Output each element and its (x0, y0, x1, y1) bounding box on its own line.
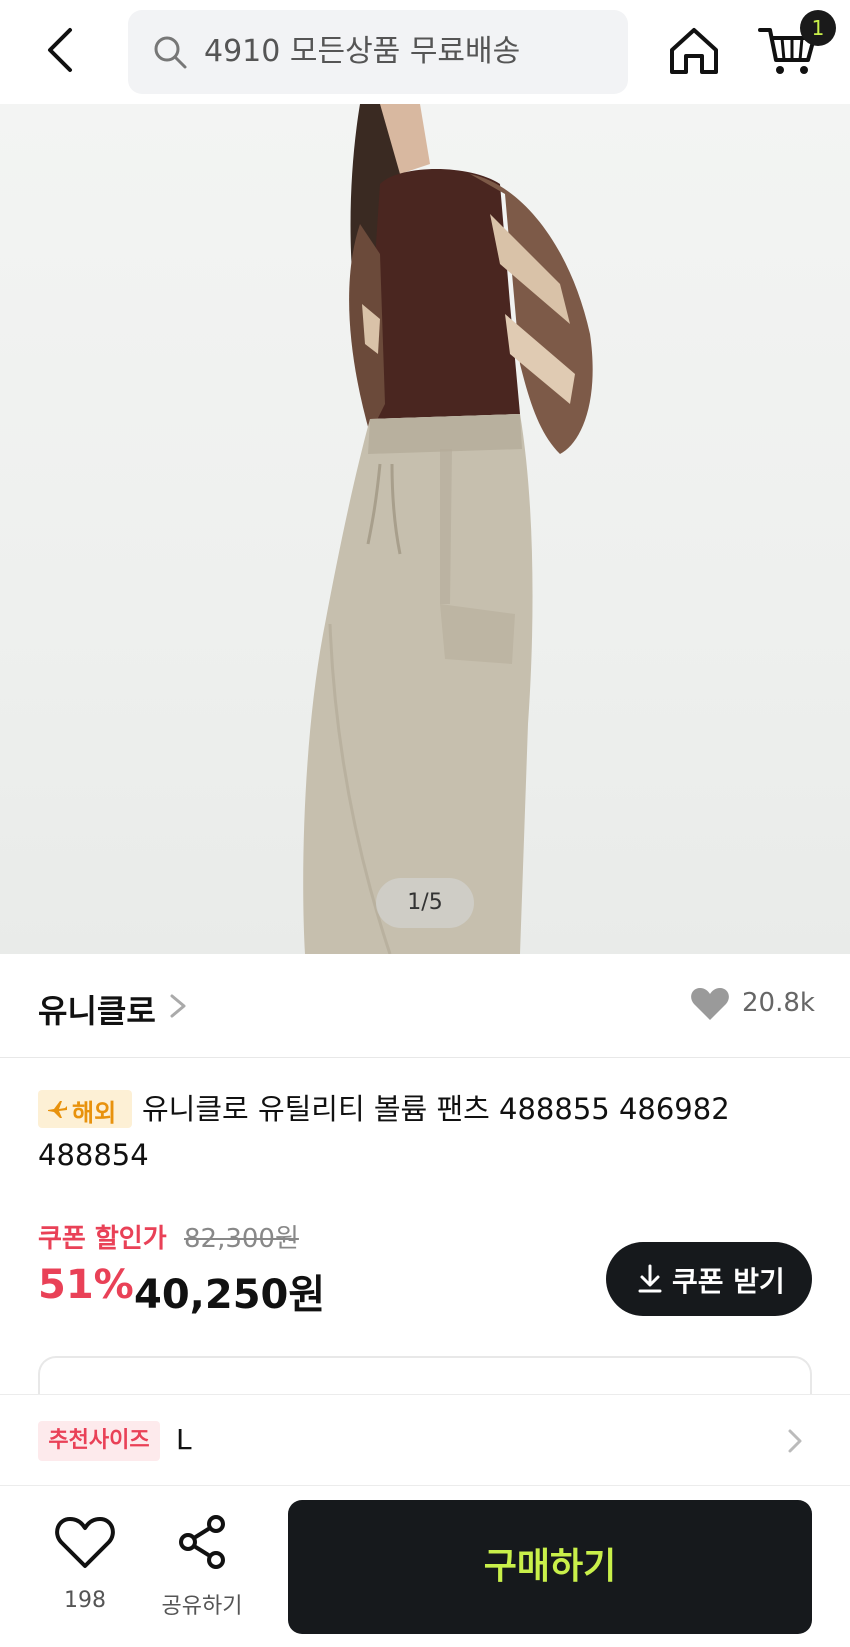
coupon-button-label: 쿠폰 받기 (672, 1265, 785, 1298)
search-placeholder: 4910 모든상품 무료배송 (204, 34, 521, 69)
sale-price: 40,250원 (134, 1272, 326, 1318)
product-photo (303, 104, 593, 954)
heart-filled-icon[interactable] (690, 986, 730, 1022)
image-page-indicator: 1/5 (376, 878, 474, 928)
brand-like-count: 20.8k (742, 988, 815, 1018)
top-bar: 4910 모든상품 무료배송 1 (0, 0, 850, 104)
back-button[interactable] (38, 22, 94, 78)
coupon-download-button[interactable]: 쿠폰 받기 (606, 1242, 812, 1316)
buy-button[interactable]: 구매하기 (288, 1500, 812, 1634)
home-button[interactable] (666, 22, 722, 78)
chevron-right-icon (788, 1429, 802, 1453)
search-input[interactable]: 4910 모든상품 무료배송 (128, 10, 628, 94)
discount-rate: 51% (38, 1262, 134, 1308)
search-icon (154, 36, 187, 69)
brand-name[interactable]: 유니클로 (38, 986, 156, 1032)
heart-outline-icon (55, 1517, 115, 1568)
product-title: 유니클로 유틸리티 볼륨 팬츠 488855 486982 488854 (38, 1092, 730, 1172)
original-price: 82,300원 (184, 1224, 299, 1254)
wishlist-count: 198 (64, 1588, 106, 1613)
product-image-carousel[interactable]: 1/5 (0, 104, 850, 954)
chevron-right-icon (170, 994, 186, 1018)
arrow-left-icon (48, 28, 72, 72)
coupon-price-label: 쿠폰 할인가 (38, 1224, 167, 1254)
wishlist-button[interactable]: 198 (50, 1514, 120, 1624)
home-icon (670, 28, 718, 74)
share-icon (179, 1515, 225, 1569)
share-label: 공유하기 (161, 1594, 243, 1619)
recommended-size-row[interactable]: 추천사이즈 L (0, 1394, 850, 1486)
share-button[interactable]: 공유하기 (156, 1514, 248, 1624)
recommended-size-value: L (176, 1423, 192, 1456)
brand-row[interactable]: 유니클로 20.8k (0, 954, 850, 1058)
bottom-action-bar: 198 공유하기 구매하기 (0, 1486, 850, 1647)
recommended-size-tag: 추천사이즈 (38, 1421, 160, 1461)
download-icon (638, 1264, 662, 1293)
cart-count-badge: 1 (800, 10, 836, 46)
